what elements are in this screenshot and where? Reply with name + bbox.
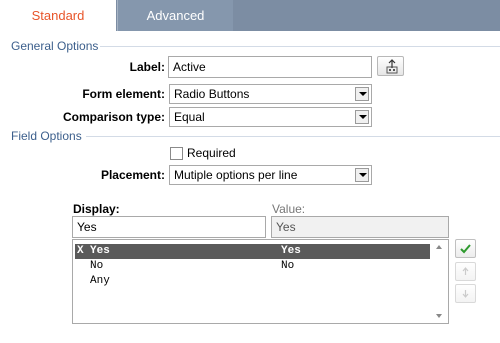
- placement-label: Placement:: [100, 168, 165, 182]
- tab-standard[interactable]: Standard: [0, 0, 116, 31]
- required-label: Required: [187, 146, 236, 160]
- scroll-up-icon[interactable]: [431, 240, 448, 254]
- display-label: Display:: [73, 202, 120, 216]
- comparison-type-value: Equal: [174, 110, 205, 124]
- list-item[interactable]: X Yes Yes: [75, 244, 430, 259]
- comparison-type-label: Comparison type:: [62, 110, 165, 124]
- comparison-type-select[interactable]: Equal: [169, 107, 372, 127]
- placement-select[interactable]: Mutiple options per line: [169, 165, 372, 185]
- section-divider: [100, 46, 500, 47]
- form-element-label: Form element:: [82, 87, 165, 101]
- section-divider: [86, 136, 500, 137]
- general-options-heading: General Options: [11, 39, 99, 53]
- tab-bar: Standard Advanced: [0, 0, 500, 31]
- value-label: Value:: [272, 202, 306, 216]
- list-item-value: Yes: [281, 245, 301, 257]
- required-checkbox[interactable]: [170, 147, 183, 160]
- list-item[interactable]: Any: [75, 274, 430, 289]
- chevron-down-icon: [355, 87, 369, 101]
- field-options-heading: Field Options: [11, 129, 82, 143]
- scroll-down-icon[interactable]: [431, 309, 448, 323]
- arrow-down-icon: [462, 290, 469, 298]
- tab-advanced[interactable]: Advanced: [117, 0, 233, 31]
- listbox-scrollbar[interactable]: [431, 240, 448, 323]
- move-down-button[interactable]: [455, 284, 476, 303]
- label-picker-button[interactable]: [377, 56, 404, 76]
- label-picker-icon: [386, 59, 398, 74]
- list-item[interactable]: No No: [75, 259, 430, 274]
- placement-value: Mutiple options per line: [174, 168, 298, 182]
- list-item-value: No: [281, 260, 295, 272]
- form-element-value: Radio Buttons: [174, 87, 250, 101]
- options-listbox[interactable]: X Yes Yes No No Any: [72, 239, 449, 324]
- label-field-label: Label:: [129, 60, 165, 74]
- display-input[interactable]: [72, 216, 266, 238]
- list-item-display: Any: [90, 275, 110, 287]
- list-item-display: Yes: [90, 245, 110, 257]
- apply-button[interactable]: [455, 239, 476, 258]
- move-up-button[interactable]: [455, 262, 476, 281]
- checkmark-icon: [460, 244, 471, 254]
- form-element-select[interactable]: Radio Buttons: [169, 84, 372, 104]
- list-item-display: No: [90, 260, 104, 272]
- arrow-up-icon: [462, 267, 469, 275]
- label-input[interactable]: [168, 56, 372, 78]
- value-input[interactable]: [271, 216, 449, 238]
- list-item-marker: X: [77, 245, 84, 257]
- chevron-down-icon: [355, 168, 369, 182]
- chevron-down-icon: [355, 110, 369, 124]
